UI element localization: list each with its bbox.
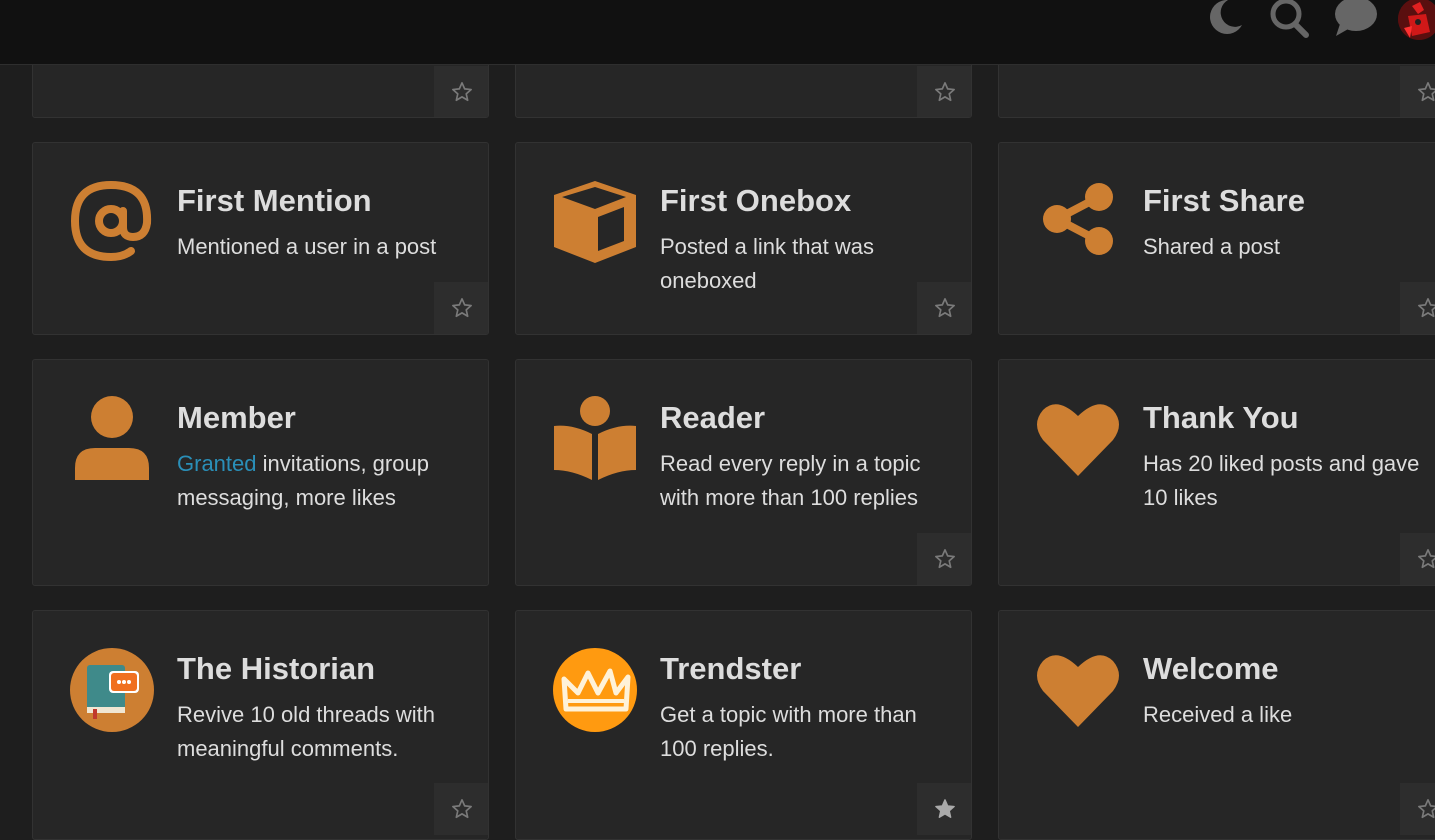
- favorite-star-button[interactable]: [1400, 282, 1435, 334]
- badge-title: The Historian: [177, 651, 376, 686]
- favorite-star-button[interactable]: [1400, 66, 1435, 117]
- badge-card-welcome[interactable]: Welcome Received a like: [998, 610, 1435, 840]
- crown-icon: [553, 648, 637, 732]
- badge-card-the-historian[interactable]: The Historian Revive 10 old threads with…: [32, 610, 489, 840]
- share-icon: [1043, 183, 1113, 255]
- badge-description: Get a topic with more than 100 replies.: [660, 702, 917, 761]
- badge-description: Has 20 liked posts and gave 10 likes: [1143, 451, 1420, 510]
- user-avatar[interactable]: [1398, 0, 1435, 40]
- badge-description: Read every reply in a topic with more th…: [660, 451, 921, 510]
- moon-icon[interactable]: [1204, 0, 1244, 40]
- star-outline-icon: [935, 82, 955, 102]
- granted-link[interactable]: Granted: [177, 451, 257, 476]
- badge-title: First Mention: [177, 183, 372, 218]
- favorite-star-button[interactable]: [434, 783, 488, 835]
- badge-card-first-share[interactable]: First Share Shared a post: [998, 142, 1435, 335]
- favorite-star-button[interactable]: [434, 66, 488, 117]
- badge-card-reader[interactable]: Reader Read every reply in a topic with …: [515, 359, 972, 586]
- favorite-star-button[interactable]: [917, 66, 971, 117]
- badge-title: Reader: [660, 400, 766, 435]
- header-bar: [0, 0, 1435, 65]
- badge-card-first-mention[interactable]: First Mention Mentioned a user in a post: [32, 142, 489, 335]
- heart-icon: [1037, 655, 1119, 727]
- search-icon[interactable]: [1266, 0, 1312, 40]
- badge-description: Granted invitations, group messaging, mo…: [177, 447, 467, 515]
- badge-title: First Share: [1143, 183, 1305, 218]
- star-outline-icon: [452, 298, 472, 318]
- badge-card-trendster[interactable]: Trendster Get a topic with more than 100…: [515, 610, 972, 840]
- chat-icon[interactable]: [1332, 0, 1380, 40]
- badge-description: Shared a post: [1143, 234, 1280, 259]
- user-icon: [75, 396, 149, 480]
- badge-card-thank-you[interactable]: Thank You Has 20 liked posts and gave 10…: [998, 359, 1435, 586]
- favorite-star-button[interactable]: [434, 282, 488, 334]
- star-outline-icon: [935, 549, 955, 569]
- badge-card-member[interactable]: Member Granted invitations, group messag…: [32, 359, 489, 586]
- historian-book-icon: [70, 648, 154, 732]
- favorite-star-button[interactable]: [917, 783, 971, 835]
- badge-title: Welcome: [1143, 651, 1279, 686]
- favorite-star-button[interactable]: [917, 533, 971, 585]
- favorite-star-button[interactable]: [917, 282, 971, 334]
- badge-description: Posted a link that was oneboxed: [660, 234, 875, 293]
- favorite-star-button[interactable]: [1400, 783, 1435, 835]
- box-icon: [554, 181, 636, 263]
- favorite-star-button[interactable]: [1400, 533, 1435, 585]
- at-sign-icon: [70, 180, 152, 262]
- badge-description: Revive 10 old threads with meaningful co…: [177, 702, 436, 761]
- heart-icon: [1037, 404, 1119, 476]
- badge-card-first-onebox[interactable]: First Onebox Posted a link that was oneb…: [515, 142, 972, 335]
- badge-description: Mentioned a user in a post: [177, 234, 437, 259]
- badge-title: Trendster: [660, 651, 802, 686]
- star-outline-icon: [1418, 298, 1435, 318]
- badge-title: Thank You: [1143, 400, 1299, 435]
- badge-description: Received a like: [1143, 702, 1293, 727]
- book-reader-icon: [554, 396, 636, 480]
- badge-title: Member: [177, 400, 296, 435]
- badge-title: First Onebox: [660, 183, 852, 218]
- star-outline-icon: [1418, 549, 1435, 569]
- star-outline-icon: [452, 82, 472, 102]
- star-outline-icon: [935, 298, 955, 318]
- star-outline-icon: [1418, 82, 1435, 102]
